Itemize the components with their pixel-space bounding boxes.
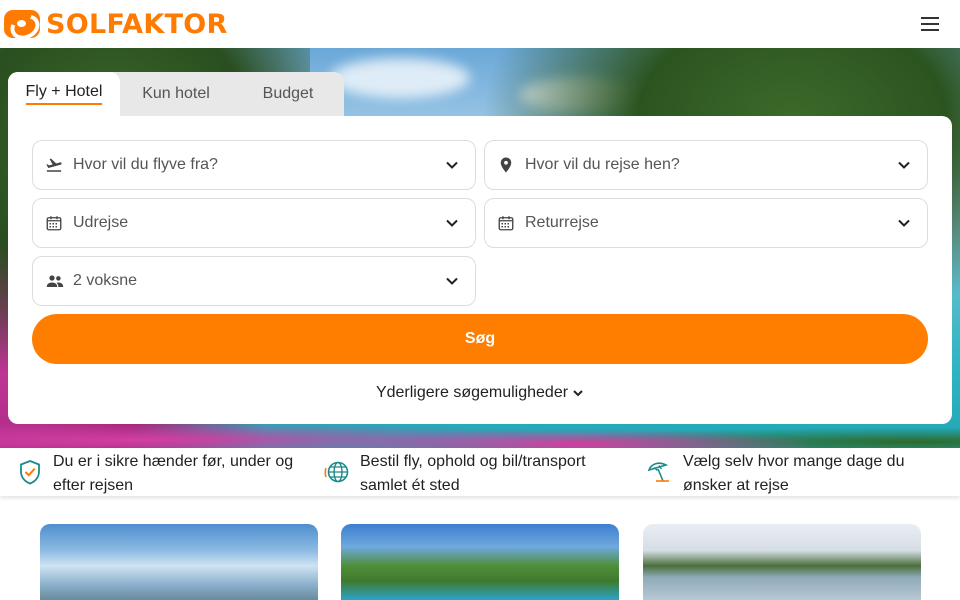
beach-umbrella-icon (647, 462, 669, 482)
plane-icon (46, 158, 62, 172)
search-button[interactable]: Søg (32, 314, 928, 364)
chevron-down-icon (898, 161, 910, 169)
logo-sun-icon (4, 10, 40, 38)
destination-card[interactable] (40, 524, 318, 600)
people-icon (46, 275, 64, 287)
calendar-icon (46, 216, 62, 231)
tab-label: Kun hotel (142, 85, 210, 102)
calendar-icon (498, 216, 514, 231)
logo-text: SOLFAKTOR (46, 8, 228, 40)
tab-budget[interactable]: Budget (232, 72, 344, 116)
search-tabs: Fly + Hotel Kun hotel Budget (8, 72, 344, 116)
departure-select[interactable]: Hvor vil du flyve fra? (32, 140, 476, 190)
chevron-down-icon (898, 219, 910, 227)
destination-card[interactable] (341, 524, 619, 600)
benefit-item: Bestil fly, ophold og bil/transport saml… (323, 448, 623, 496)
benefit-item: Du er i sikre hænder før, under og efter… (16, 448, 316, 496)
chevron-down-icon (446, 219, 458, 227)
solfaktor-logo[interactable]: SOLFAKTOR (4, 8, 228, 40)
hamburger-menu-icon[interactable] (920, 15, 940, 33)
travellers-select[interactable]: 2 voksne (32, 256, 476, 306)
departure-placeholder: Hvor vil du flyve fra? (73, 156, 218, 173)
search-panel: Hvor vil du flyve fra? Hvor vil du rejse… (8, 116, 952, 424)
destination-card[interactable] (643, 524, 921, 600)
globe-icon (324, 461, 349, 483)
destination-placeholder: Hvor vil du rejse hen? (525, 156, 680, 173)
benefits-bar: Du er i sikre hænder før, under og efter… (0, 448, 960, 496)
benefit-text: Bestil fly, ophold og bil/transport saml… (360, 453, 586, 494)
benefit-text: Du er i sikre hænder før, under og efter… (53, 453, 294, 494)
tab-kun-hotel[interactable]: Kun hotel (120, 72, 232, 116)
benefit-text: Vælg selv hvor mange dage du ønsker at r… (683, 453, 905, 494)
destination-select[interactable]: Hvor vil du rejse hen? (484, 140, 928, 190)
tab-label: Fly + Hotel (25, 83, 103, 105)
benefit-item: Vælg selv hvor mange dage du ønsker at r… (646, 448, 946, 496)
return-date-select[interactable]: Returrejse (484, 198, 928, 248)
more-search-options-link[interactable]: Yderligere søgemuligheder (8, 384, 952, 402)
tab-fly-hotel[interactable]: Fly + Hotel (8, 72, 120, 116)
outbound-date-select[interactable]: Udrejse (32, 198, 476, 248)
tab-label: Budget (262, 85, 314, 102)
site-header: SOLFAKTOR (0, 0, 960, 48)
shield-check-icon (20, 460, 40, 485)
location-pin-icon (500, 157, 512, 173)
outbound-placeholder: Udrejse (73, 214, 129, 231)
travellers-value: 2 voksne (73, 272, 138, 289)
more-options-label: Yderligere søgemuligheder (375, 384, 569, 401)
chevron-down-icon (573, 390, 583, 397)
return-placeholder: Returrejse (525, 214, 599, 231)
chevron-down-icon (446, 161, 458, 169)
chevron-down-icon (446, 277, 458, 285)
